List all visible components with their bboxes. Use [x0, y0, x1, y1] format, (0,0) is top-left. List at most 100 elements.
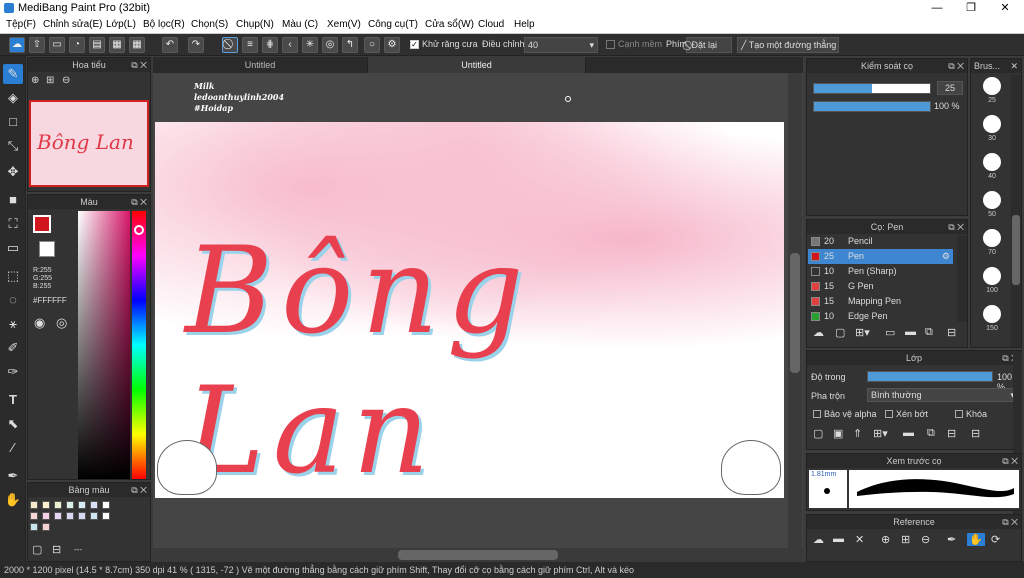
maximize-button[interactable]: ❐	[954, 0, 988, 17]
fit-icon[interactable]: ⊞	[46, 75, 54, 86]
menu-color[interactable]: Màu (C)	[282, 19, 318, 30]
antialias-checkbox[interactable]: ✓	[410, 40, 419, 49]
undo-icon[interactable]: ↶	[162, 37, 178, 53]
menu-window[interactable]: Cửa sổ(W)	[425, 19, 474, 30]
horizontal-scroll-thumb[interactable]	[398, 550, 558, 560]
brush-size-item[interactable]: 100	[975, 265, 1009, 301]
brush-size-item[interactable]: 70	[975, 227, 1009, 263]
size-scrollbar[interactable]	[1011, 75, 1021, 347]
divide-tool-icon[interactable]: ⁄	[3, 438, 23, 458]
brush-duplicate-icon[interactable]: ⧉	[925, 326, 933, 339]
zoom-in-icon[interactable]: ⊕	[31, 75, 39, 86]
size-scroll-thumb[interactable]	[1012, 215, 1020, 285]
drawing-paper[interactable]: Bông Lan	[155, 122, 784, 498]
hue-handle[interactable]	[134, 225, 144, 235]
zoom-in-icon[interactable]: ⊕	[881, 533, 890, 546]
close-ref-icon[interactable]: ✕	[855, 533, 864, 546]
brush-size-slider[interactable]	[813, 83, 931, 94]
rectangle-tool-icon[interactable]: □	[3, 112, 23, 132]
menu-edit[interactable]: Chỉnh sửa(E)	[43, 19, 103, 30]
panel-icon[interactable]: ▦	[109, 37, 125, 53]
straight-line-button[interactable]: ╱ Tạo một đường thẳng	[737, 37, 839, 53]
close-icon[interactable]: ✕	[1010, 59, 1018, 73]
close-icon[interactable]: ⧉ ✕	[131, 483, 147, 497]
brush-size-value[interactable]: 25	[937, 81, 963, 95]
menu-layer[interactable]: Lớp(L)	[106, 19, 136, 30]
palette-swatch[interactable]	[30, 523, 38, 531]
palette-swatch[interactable]	[66, 512, 74, 520]
open-folder-icon[interactable]: ▬	[833, 533, 844, 545]
magic-wand-tool-icon[interactable]: ⚹	[3, 314, 23, 334]
brush-opacity-slider[interactable]	[813, 101, 931, 112]
trash-icon[interactable]: ⊟	[971, 427, 980, 440]
color-add-icon[interactable]: ◎	[56, 315, 67, 331]
brush-item[interactable]: 10 Edge Pen	[808, 309, 953, 324]
eyedropper-icon[interactable]: ✒	[947, 533, 956, 546]
grid-icon[interactable]: ▦	[129, 37, 145, 53]
select-tool-icon[interactable]: ⬚	[3, 266, 23, 286]
snap-circle-icon[interactable]: ◎	[322, 37, 338, 53]
cloud-icon[interactable]: ☁	[813, 533, 824, 546]
menu-filter[interactable]: Bộ lọc(R)	[143, 19, 185, 30]
menu-select[interactable]: Chọn(S)	[191, 19, 228, 30]
background-color-swatch[interactable]	[39, 241, 55, 257]
snap-off-icon[interactable]: ⃠	[222, 37, 238, 53]
navigator-thumbnail[interactable]: Bông Lan	[29, 100, 149, 187]
chat-icon[interactable]: ◔	[69, 37, 85, 53]
brush-copy-icon[interactable]: ▭	[885, 326, 895, 339]
operation-tool-icon[interactable]: ⬉	[3, 414, 23, 434]
brush-item[interactable]: 10 Pen (Sharp)	[808, 264, 953, 279]
brush-item[interactable]: 15 G Pen	[808, 279, 953, 294]
select-pen-tool-icon[interactable]: ✐	[3, 338, 23, 358]
brush-size-item[interactable]: 150	[975, 303, 1009, 339]
snap-ellipse-icon[interactable]: ○	[364, 37, 380, 53]
zoom-out-icon[interactable]: ⊖	[921, 533, 930, 546]
rotate-icon[interactable]: ⟳	[991, 533, 1000, 546]
foreground-color-swatch[interactable]	[33, 215, 51, 233]
palette-swatch[interactable]	[90, 501, 98, 509]
minimize-button[interactable]: —	[920, 0, 954, 17]
vertical-scrollbar[interactable]	[788, 73, 802, 548]
menu-help[interactable]: Help	[514, 19, 535, 30]
tab-untitled-2[interactable]: Untitled	[368, 57, 586, 73]
bucket-tool-icon[interactable]: ⛶	[3, 214, 23, 234]
menu-tools[interactable]: Công cụ(T)	[368, 19, 418, 30]
eraser-tool-icon[interactable]: ◈	[3, 88, 23, 108]
zoom-out-icon[interactable]: ⊖	[62, 75, 70, 86]
lock-checkbox[interactable]	[955, 410, 963, 418]
palette-swatch[interactable]	[42, 523, 50, 531]
snap-parallel-icon[interactable]: ≡	[242, 37, 258, 53]
select-eraser-tool-icon[interactable]: ✑	[3, 362, 23, 382]
layer-copy-icon[interactable]: ▣	[833, 427, 843, 440]
eyedropper-tool-icon[interactable]: ✒	[3, 466, 23, 486]
brush-tool-icon[interactable]: ✎	[3, 64, 23, 84]
palette-swatch[interactable]	[66, 501, 74, 509]
clip-checkbox[interactable]	[885, 410, 893, 418]
trash-icon[interactable]: ⊟	[52, 543, 61, 556]
palette-swatch[interactable]	[30, 501, 38, 509]
gear-icon[interactable]: ⚙	[942, 249, 950, 264]
layer-opacity-slider[interactable]	[867, 371, 993, 382]
palette-swatch[interactable]	[42, 512, 50, 520]
palette-swatch[interactable]	[102, 512, 110, 520]
text-tool-icon[interactable]: T	[3, 390, 23, 410]
cloud-brush-icon[interactable]: ☁	[813, 326, 824, 339]
menu-file[interactable]: Tệp(F)	[6, 19, 36, 30]
close-icon[interactable]: ⧉ ✕	[948, 59, 964, 73]
hand-icon[interactable]: ✋	[967, 533, 985, 546]
palette-swatch[interactable]	[54, 501, 62, 509]
dot-brush-tool-icon[interactable]: ⤡	[3, 136, 23, 156]
menu-cloud[interactable]: Cloud	[478, 19, 504, 30]
new-layer-icon[interactable]: ▢	[813, 427, 823, 440]
fit-icon[interactable]: ⊞	[901, 533, 910, 546]
new-brush-icon[interactable]: ▢	[835, 326, 845, 339]
snap-curve-icon[interactable]: ↰	[342, 37, 358, 53]
blend-select[interactable]: Bình thường▾	[867, 388, 1019, 402]
upload-icon[interactable]: ⇧	[29, 37, 45, 53]
palette-swatch[interactable]	[78, 501, 86, 509]
horizontal-scrollbar[interactable]	[153, 548, 803, 562]
gradient-tool-icon[interactable]: ▭	[3, 238, 23, 258]
cloud-icon[interactable]: ☁	[9, 37, 25, 53]
hand-tool-icon[interactable]: ✋	[3, 490, 23, 510]
snap-radial-icon[interactable]: ✳	[302, 37, 318, 53]
